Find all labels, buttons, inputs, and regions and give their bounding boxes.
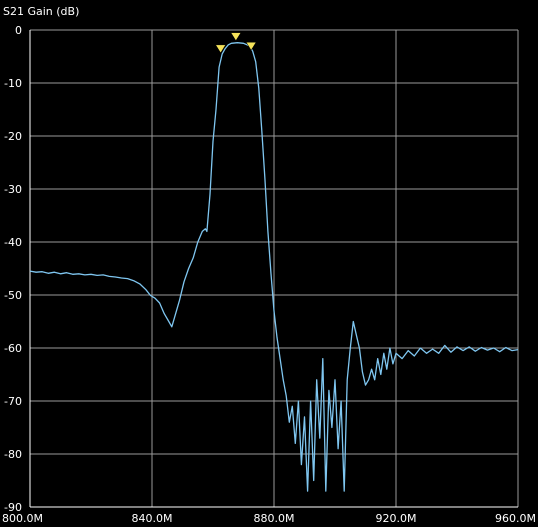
y-tick-label: -80: [4, 448, 22, 461]
y-tick-label: 0: [15, 24, 22, 37]
y-tick-label: -30: [4, 183, 22, 196]
y-tick-label: -10: [4, 77, 22, 90]
x-tick-label: 920.0M: [376, 512, 417, 525]
y-tick-label: -70: [4, 395, 22, 408]
y-tick-label: -20: [4, 130, 22, 143]
x-tick-label: 840.0M: [132, 512, 173, 525]
x-tick-label: 880.0M: [254, 512, 295, 525]
y-axis-title: S21 Gain (dB): [3, 5, 79, 18]
s21-gain-chart: S21 Gain (dB) 0-10-20-30-40-50-60-70-80-…: [0, 0, 538, 527]
plot-background: [0, 0, 538, 527]
x-tick-label: 800.0M: [2, 512, 43, 525]
x-tick-label: 960.0M: [495, 512, 536, 525]
y-tick-label: -40: [4, 236, 22, 249]
y-tick-label: -60: [4, 342, 22, 355]
y-tick-label: -50: [4, 289, 22, 302]
